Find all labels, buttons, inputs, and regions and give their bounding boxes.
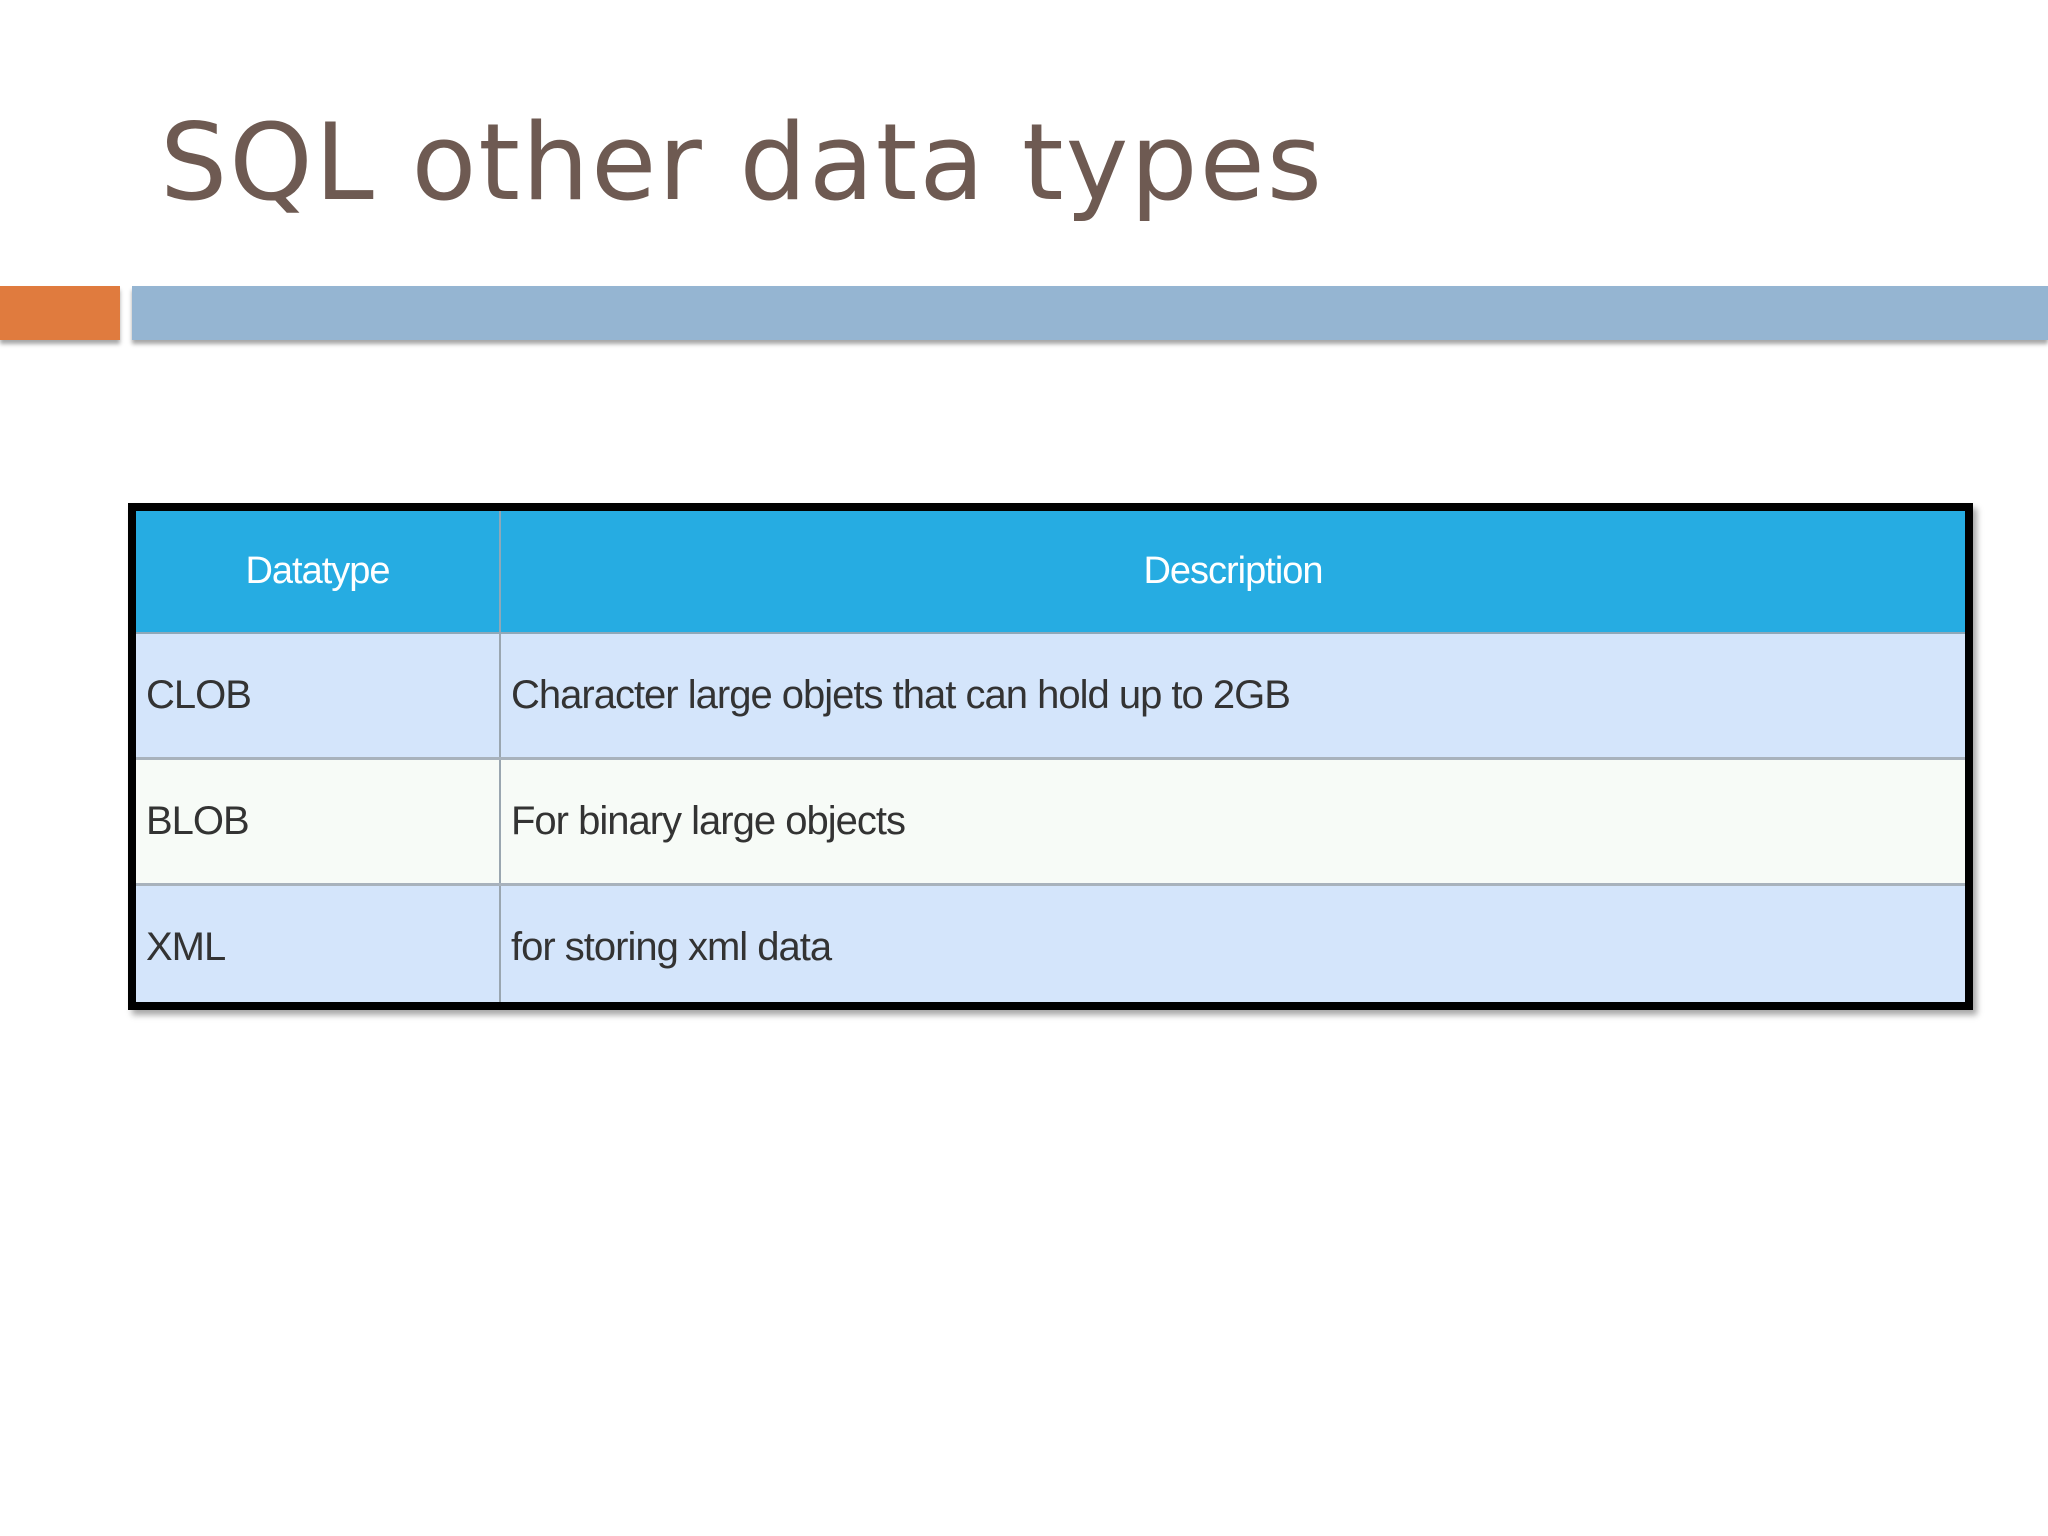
table-row: XML for storing xml data — [136, 884, 1965, 1002]
table-row: BLOB For binary large objects — [136, 758, 1965, 886]
cell-description: Character large objets that can hold up … — [500, 633, 1965, 760]
table-header-row: Datatype Description — [136, 511, 1965, 634]
cell-datatype: BLOB — [136, 758, 501, 886]
accent-bar-blue — [132, 286, 2048, 340]
cell-description: for storing xml data — [500, 884, 1965, 1002]
cell-description: For binary large objects — [500, 758, 1965, 886]
cell-datatype: XML — [136, 884, 501, 1002]
data-types-table: Datatype Description CLOB Character larg… — [128, 503, 1973, 1010]
table: Datatype Description CLOB Character larg… — [136, 511, 1965, 1002]
accent-bar-orange — [0, 286, 120, 340]
slide-title: SQL other data types — [160, 101, 1325, 224]
cell-datatype: CLOB — [136, 633, 501, 760]
column-header-datatype: Datatype — [136, 511, 501, 634]
table-row: CLOB Character large objets that can hol… — [136, 633, 1965, 760]
column-header-description: Description — [500, 511, 1965, 634]
